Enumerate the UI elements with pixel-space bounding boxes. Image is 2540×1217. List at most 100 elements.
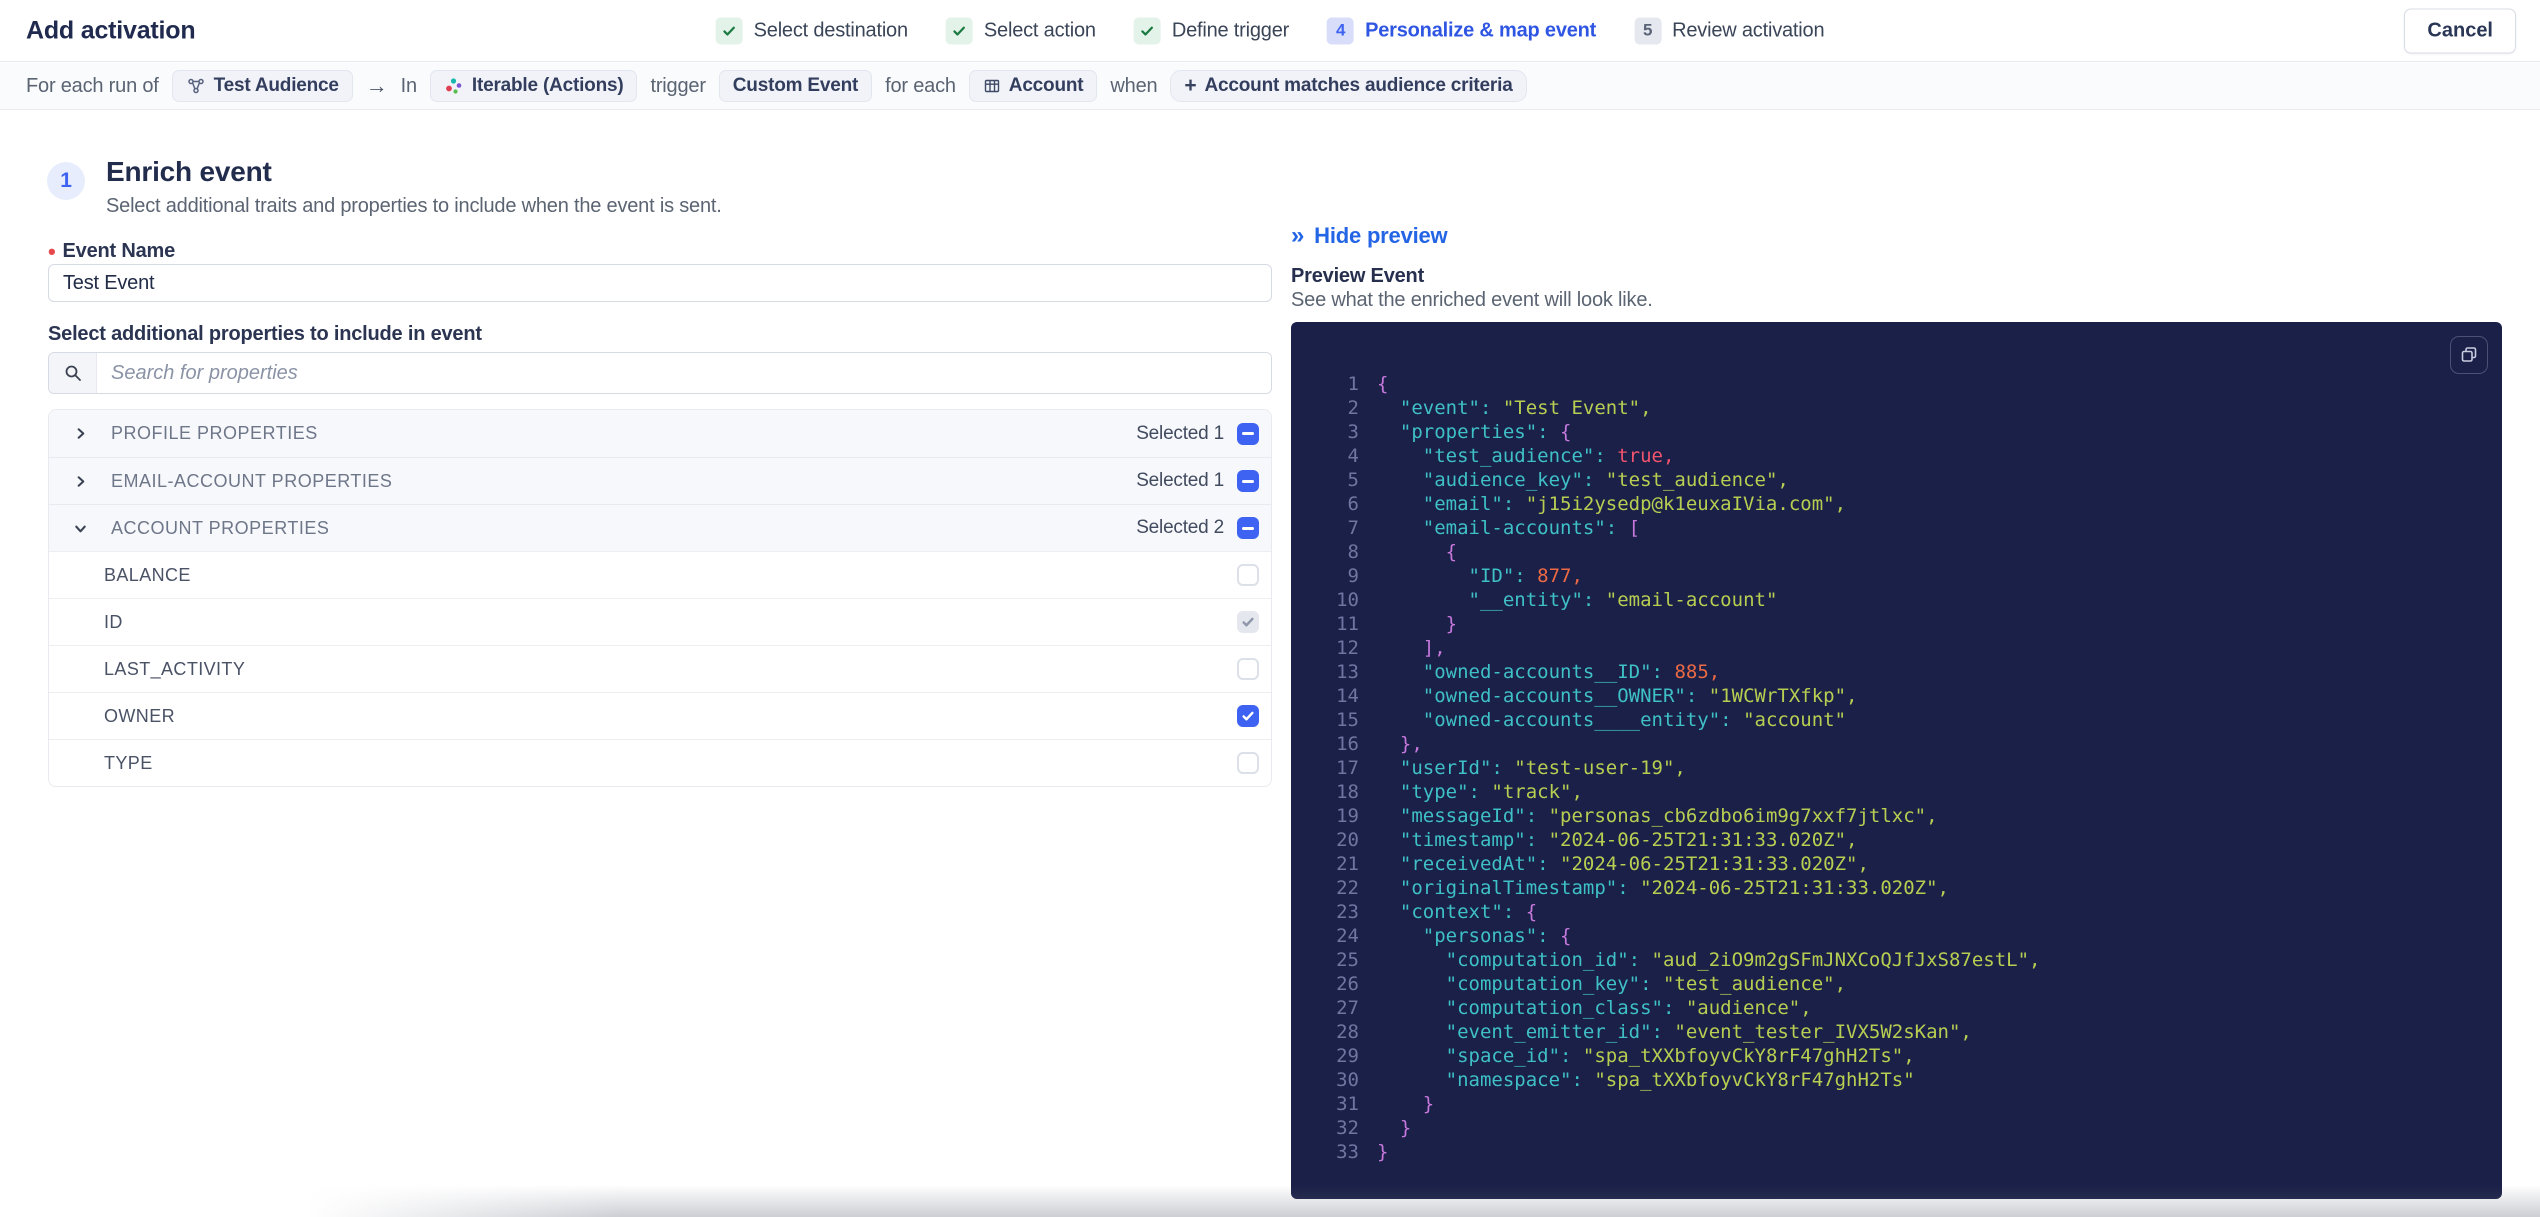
- line-content: }: [1445, 613, 1458, 635]
- context-bar: For each run of Test Audience → In Itera…: [0, 63, 2540, 110]
- property-checkbox[interactable]: [1237, 705, 1259, 727]
- line-number: 29: [1336, 1045, 1359, 1067]
- group-checkbox[interactable]: [1237, 470, 1259, 492]
- property-label: LAST_ACTIVITY: [104, 658, 246, 679]
- line-content: "email-accounts": [: [1422, 517, 1641, 539]
- cancel-button[interactable]: Cancel: [2404, 8, 2516, 53]
- line-number: 7: [1347, 517, 1359, 539]
- context-trigger-word: trigger: [650, 74, 706, 97]
- property-group-header-profile[interactable]: PROFILE PROPERTIES Selected 1: [49, 410, 1271, 457]
- code-line: 17 "userId": "test-user-19",: [1317, 756, 2486, 780]
- line-content: "type": "track",: [1399, 781, 1583, 803]
- code-line: 2 "event": "Test Event",: [1317, 396, 2486, 420]
- group-checkbox[interactable]: [1237, 517, 1259, 539]
- line-content: "computation_key": "test_audience",: [1445, 973, 1847, 995]
- property-checkbox[interactable]: [1237, 658, 1259, 680]
- code-line: 5 "audience_key": "test_audience",: [1317, 468, 2486, 492]
- line-number: 24: [1336, 925, 1359, 947]
- line-content: "event_emitter_id": "event_tester_IVX5W2…: [1445, 1021, 1972, 1043]
- property-row[interactable]: OWNER: [49, 692, 1271, 739]
- preview-title: Preview Event: [1291, 265, 1425, 287]
- event-chip[interactable]: Custom Event: [718, 70, 873, 102]
- line-content: "test_audience": true,: [1422, 445, 1675, 467]
- property-checkbox[interactable]: [1237, 752, 1259, 774]
- selected-count: Selected 2: [1136, 517, 1224, 538]
- step-done-check-icon: [945, 17, 973, 44]
- property-search-input[interactable]: [97, 353, 1271, 393]
- entity-chip[interactable]: Account: [968, 70, 1098, 102]
- line-number: 19: [1336, 805, 1359, 827]
- group-label: PROFILE PROPERTIES: [111, 423, 318, 443]
- copy-button[interactable]: [2450, 336, 2488, 374]
- additional-properties-label: Select additional properties to include …: [48, 323, 482, 345]
- property-row[interactable]: TYPE: [49, 739, 1271, 786]
- property-label: TYPE: [104, 752, 153, 773]
- iterable-logo-icon: [444, 76, 464, 96]
- property-row[interactable]: ID: [49, 598, 1271, 645]
- step-personalize-map-event[interactable]: 4 Personalize & map event: [1327, 17, 1596, 44]
- criteria-chip[interactable]: + Account matches audience criteria: [1170, 70, 1527, 102]
- step-select-action[interactable]: Select action: [945, 17, 1096, 44]
- step-done-check-icon: [715, 17, 743, 44]
- line-content: "properties": {: [1399, 421, 1572, 443]
- chevron-down-icon: [73, 521, 88, 536]
- line-content: }: [1422, 1093, 1435, 1115]
- code-line: 25 "computation_id": "aud_2iO9m2gSFmJNXC…: [1317, 948, 2486, 972]
- line-number: 16: [1336, 733, 1359, 755]
- audience-icon: [186, 76, 206, 96]
- step-label: Select action: [983, 19, 1096, 41]
- line-number: 22: [1336, 877, 1359, 899]
- stepper: Select destination Select action Define …: [715, 17, 1825, 44]
- property-row[interactable]: BALANCE: [49, 551, 1271, 598]
- property-row[interactable]: LAST_ACTIVITY: [49, 645, 1271, 692]
- hide-preview-link[interactable]: » Hide preview: [1291, 222, 1448, 250]
- step-done-check-icon: [1133, 17, 1161, 44]
- audience-chip[interactable]: Test Audience: [171, 70, 353, 102]
- account-properties-list: BALANCE ID LAST_ACTIVITY OWNER TYPE: [49, 551, 1271, 786]
- property-group-header-email-account[interactable]: EMAIL-ACCOUNT PROPERTIES Selected 1: [49, 457, 1271, 504]
- destination-chip-label: Iterable (Actions): [471, 75, 624, 96]
- event-preview-code-panel: 1{2 "event": "Test Event", 3 "properties"…: [1291, 322, 2502, 1199]
- event-name-input[interactable]: [48, 264, 1272, 302]
- audience-chip-label: Test Audience: [213, 75, 339, 96]
- code-line: 16 },: [1317, 732, 2486, 756]
- plus-icon: +: [1184, 74, 1197, 97]
- code-line: 20 "timestamp": "2024-06-25T21:31:33.020…: [1317, 828, 2486, 852]
- line-content: "email": "j15i2ysedp@k1euxaIVia.com",: [1422, 493, 1847, 515]
- group-checkbox[interactable]: [1237, 422, 1259, 445]
- line-number: 6: [1347, 493, 1359, 515]
- line-content: ],: [1422, 637, 1446, 659]
- line-number: 28: [1336, 1021, 1359, 1043]
- footer-shadow: [308, 1185, 2540, 1217]
- context-when-word: when: [1110, 74, 1158, 97]
- line-number: 31: [1336, 1093, 1359, 1115]
- line-content: }: [1377, 1141, 1389, 1163]
- line-number: 26: [1336, 973, 1359, 995]
- property-group-header-account[interactable]: ACCOUNT PROPERTIES Selected 2: [49, 504, 1271, 551]
- code-line: 12 ],: [1317, 636, 2486, 660]
- event-name-label: • Event Name: [48, 240, 175, 263]
- context-in-word: In: [400, 74, 417, 97]
- line-content: "computation_id": "aud_2iO9m2gSFmJNXCoQJ…: [1445, 949, 2041, 971]
- selected-count: Selected 1: [1136, 422, 1224, 444]
- line-content: "ID": 877,: [1468, 565, 1583, 587]
- code-line: 33}: [1317, 1140, 2486, 1164]
- line-number: 18: [1336, 781, 1359, 803]
- line-number: 27: [1336, 997, 1359, 1019]
- section-subtitle: Select additional traits and properties …: [106, 195, 722, 217]
- section-step-number: 1: [47, 162, 85, 200]
- step-select-destination[interactable]: Select destination: [715, 17, 908, 44]
- property-checkbox[interactable]: [1237, 564, 1259, 586]
- step-review-activation[interactable]: 5 Review activation: [1634, 17, 1825, 44]
- step-number-badge: 5: [1634, 17, 1662, 44]
- line-number: 21: [1336, 853, 1359, 875]
- destination-chip[interactable]: Iterable (Actions): [429, 70, 638, 102]
- step-define-trigger[interactable]: Define trigger: [1133, 17, 1289, 44]
- line-number: 20: [1336, 829, 1359, 851]
- line-content: "namespace": "spa_tXXbfoyvCkY8rF47ghH2Ts…: [1445, 1069, 1915, 1091]
- code-line: 15 "owned-accounts____entity": "account": [1317, 708, 2486, 732]
- property-label: BALANCE: [104, 564, 191, 585]
- line-content: "owned-accounts__OWNER": "1WCWrTXfkp",: [1422, 685, 1858, 707]
- step-label: Personalize & map event: [1365, 19, 1597, 41]
- code-line: 29 "space_id": "spa_tXXbfoyvCkY8rF47ghH2…: [1317, 1044, 2486, 1068]
